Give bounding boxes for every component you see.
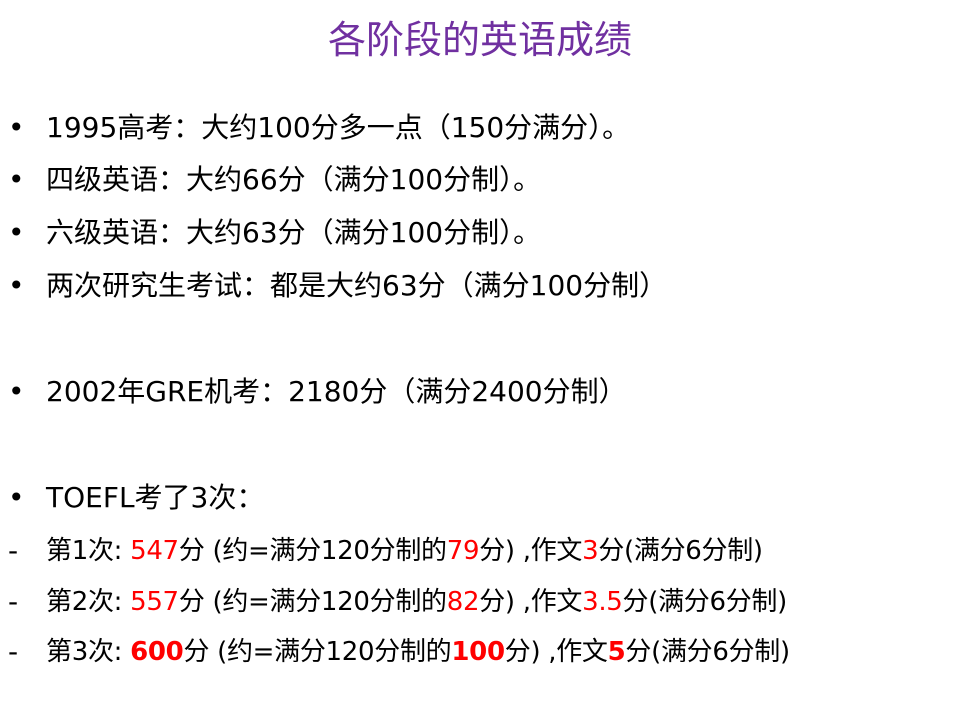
text-part: 分 (约=满分120分制的: [178, 536, 447, 566]
essay-score: 3.5: [582, 587, 623, 617]
attempt-label: 第3次:: [46, 637, 131, 667]
text-part: 分(满分6分制): [622, 587, 788, 617]
text-part: 分) ,作文: [479, 536, 583, 566]
converted-score: 79: [446, 536, 480, 566]
bullet-text: TOEFL考了3次：: [46, 481, 265, 514]
text-part: 分 (约=满分120分制的: [183, 637, 452, 667]
bullet-marker: •: [8, 481, 25, 514]
essay-score: 5: [607, 637, 626, 667]
bullet-text: 2002年GRE机考：2180分（满分2400分制）: [46, 375, 627, 408]
attempt-label: 第2次:: [46, 587, 131, 617]
converted-score: 82: [446, 587, 480, 617]
bullet-text: 两次研究生考试：都是大约63分（满分100分制）: [46, 269, 668, 302]
attempt-label: 第1次:: [46, 536, 131, 566]
slide-title: 各阶段的英语成绩: [327, 18, 632, 62]
toefl-attempt-text: 第3次: 600分 (约=满分120分制的100分) ,作文5分(满分6分制): [46, 632, 790, 672]
bullet-text: 四级英语：大约66分（满分100分制）。: [46, 163, 542, 196]
bullet-marker: •: [8, 111, 25, 144]
bullet-text: 1995高考：大约100分多一点（150分满分）。: [46, 111, 631, 144]
bullet-marker: •: [8, 216, 25, 249]
dash-marker: -: [8, 635, 19, 668]
dash-marker: -: [8, 534, 19, 567]
text-part: 分) ,作文: [504, 637, 608, 667]
dash-marker: -: [8, 585, 19, 618]
text-part: 分) ,作文: [479, 587, 583, 617]
text-part: 分 (约=满分120分制的: [178, 587, 447, 617]
toefl-score: 600: [130, 637, 184, 667]
essay-score: 3: [582, 536, 599, 566]
text-part: 分(满分6分制): [598, 536, 763, 566]
converted-score: 100: [451, 637, 505, 667]
bullet-marker: •: [8, 269, 25, 302]
bullet-text: 六级英语：大约63分（满分100分制）。: [46, 216, 542, 249]
bullet-marker: •: [8, 163, 25, 196]
toefl-attempt-text: 第1次: 547分 (约=满分120分制的79分) ,作文3分(满分6分制): [46, 531, 763, 571]
toefl-score: 557: [130, 587, 179, 617]
toefl-score: 547: [130, 536, 179, 566]
text-part: 分(满分6分制): [625, 637, 790, 667]
toefl-attempt-text: 第2次: 557分 (约=满分120分制的82分) ,作文3.5分(满分6分制): [46, 582, 787, 622]
bullet-marker: •: [8, 375, 25, 408]
